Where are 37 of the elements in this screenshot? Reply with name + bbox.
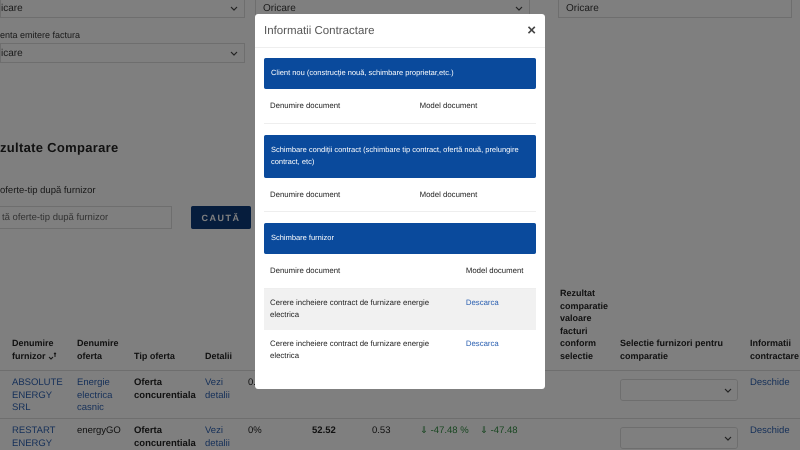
table-cell-text: 52.52 — [312, 425, 337, 438]
column-header: Denumire oferta — [77, 337, 120, 362]
table-cell-text: Oferta concurentiala — [134, 425, 197, 450]
column-header: Rezultat comparatie valoare facturi conform selectie — [560, 287, 610, 362]
table-cell-text: Oferta concurentiala — [134, 377, 197, 402]
select-field[interactable]: Oricare — [558, 0, 792, 18]
select-field[interactable]: icare — [0, 43, 245, 63]
table-link[interactable]: Energie electrica casnic — [77, 377, 130, 414]
table-link[interactable]: Vezi detalii — [205, 377, 244, 402]
column-header: Tip oferta — [134, 350, 176, 362]
select-field[interactable]: icare — [0, 0, 245, 18]
chevron-icon — [724, 388, 732, 392]
table-link[interactable]: Vezi detalii — [205, 425, 244, 450]
column-header: Detalii — [205, 350, 234, 362]
table-cell-text: 0. — [248, 377, 257, 390]
chevron-icon — [724, 436, 732, 440]
modal-title: Informatii Contractare — [264, 24, 375, 36]
section-heading: zultate Comparare — [0, 140, 119, 155]
select-field[interactable] — [620, 427, 738, 449]
select-field[interactable] — [620, 379, 738, 401]
table-link[interactable]: Deschide — [750, 425, 800, 438]
field-label: enta emitere factura — [0, 30, 80, 40]
table-link[interactable]: RESTART ENERGY — [12, 425, 73, 450]
table-cell-text: energyGO — [77, 425, 122, 438]
column-header: Informatii contractare — [750, 337, 800, 362]
table-cell-text: 0% — [248, 425, 263, 438]
change-value: ⇓ -47.48 — [480, 425, 519, 438]
search-button[interactable]: CAUTĂ — [191, 206, 251, 229]
change-value: ⇓ -47.48 % — [420, 425, 470, 438]
field-label: oferte-tip după furnizor — [0, 185, 96, 196]
table-link[interactable]: Deschide — [750, 377, 800, 390]
table-cell-text: 0.53 — [372, 425, 392, 438]
table-link[interactable]: ABSOLUTE ENERGY SRL — [12, 377, 73, 414]
column-header: Selectie furnizori pentru comparatie — [620, 337, 724, 362]
column-header: Denumire furnizor — [12, 337, 77, 362]
search-field[interactable]: tă oferte-tip după furnizor — [0, 206, 172, 229]
close-button[interactable]: × — [527, 23, 536, 38]
